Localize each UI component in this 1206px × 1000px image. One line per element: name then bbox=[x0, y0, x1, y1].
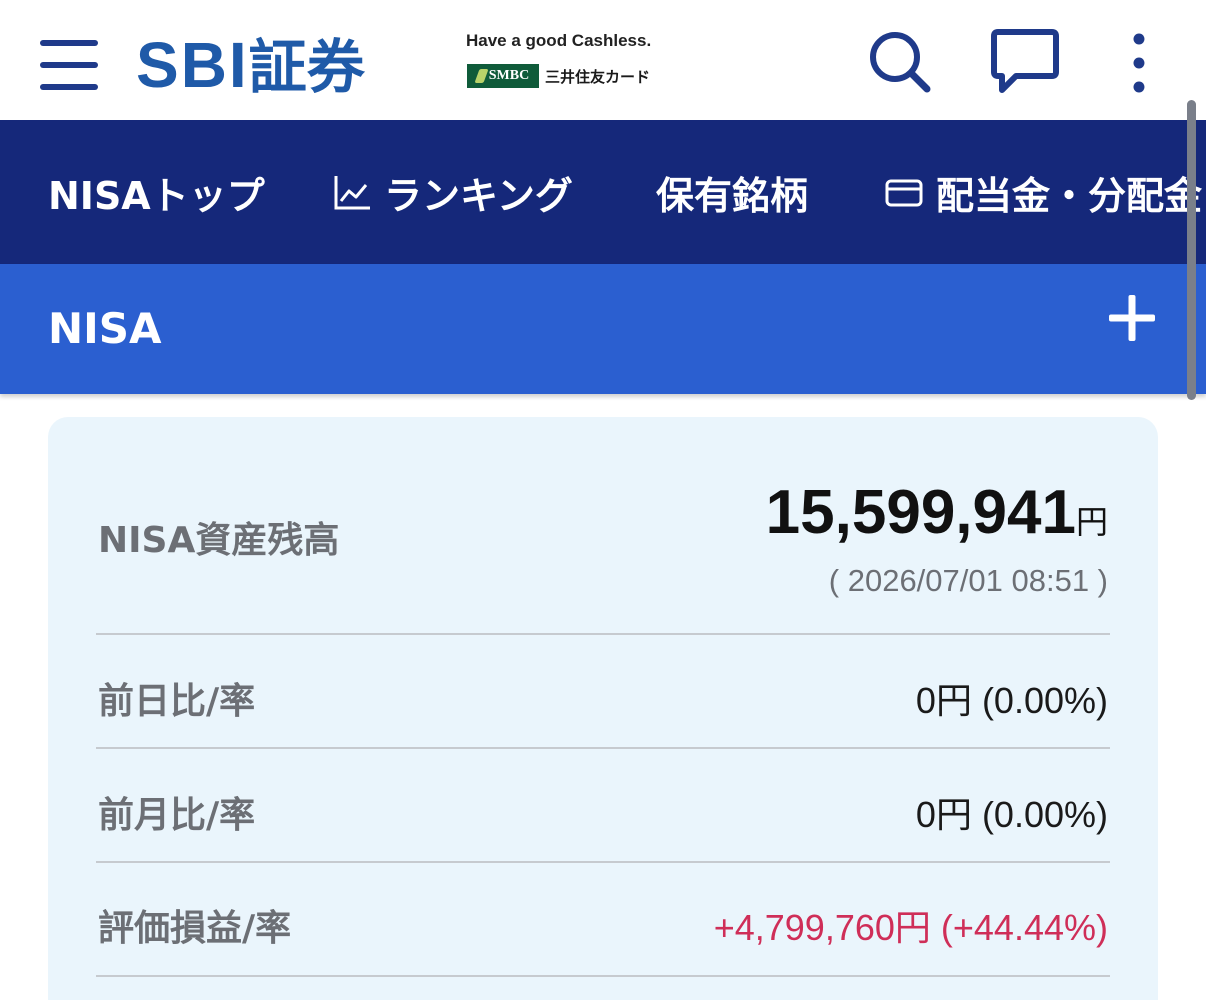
nav-label: NISAトップ bbox=[48, 173, 265, 218]
hamburger-menu-icon[interactable] bbox=[40, 36, 98, 94]
balance-timestamp: ( 2026/07/01 08:51 ) bbox=[828, 563, 1108, 598]
more-vertical-icon[interactable] bbox=[1122, 30, 1156, 96]
divider bbox=[96, 861, 1110, 863]
plus-icon[interactable] bbox=[1106, 292, 1158, 344]
daily-change-value: 0円 (0.00%) bbox=[915, 680, 1108, 721]
divider bbox=[96, 747, 1110, 749]
nisa-nav-bar: NISAトップ ランキング 保有銘柄 配当金・分配金 bbox=[0, 120, 1206, 264]
scrollbar-thumb[interactable] bbox=[1187, 100, 1196, 400]
leaf-icon bbox=[474, 69, 489, 83]
nisa-summary-card: NISA資産残高 15,599,941円 ( 2026/07/01 08:51 … bbox=[48, 417, 1158, 1000]
balance-amount: 15,599,941 bbox=[765, 478, 1076, 547]
divider bbox=[96, 975, 1110, 977]
balance-unit: 円 bbox=[1075, 503, 1108, 541]
smbc-badge-text: SMBC bbox=[488, 68, 530, 83]
sbi-logo[interactable]: SBI証券 bbox=[136, 20, 365, 104]
nav-label: ランキング bbox=[384, 173, 573, 218]
section-title: NISA bbox=[48, 304, 162, 353]
smbc-card-logo: SMBC 三井住友カード bbox=[467, 64, 650, 88]
nav-item-dividends[interactable]: 配当金・分配金 bbox=[884, 120, 1202, 264]
daily-change-label: 前日比/率 bbox=[98, 681, 256, 722]
nav-item-ranking[interactable]: ランキング bbox=[332, 120, 573, 264]
nav-item-holdings[interactable]: 保有銘柄 bbox=[656, 120, 808, 264]
app-header: SBI証券 Have a good Cashless. SMBC 三井住友カード bbox=[0, 0, 1206, 120]
page: SBI証券 Have a good Cashless. SMBC 三井住友カード… bbox=[0, 0, 1206, 1000]
brand-latin: SBI bbox=[136, 29, 249, 101]
smbc-badge: SMBC bbox=[467, 64, 539, 88]
chart-line-icon bbox=[334, 176, 370, 210]
balance-label: NISA資産残高 bbox=[98, 520, 340, 561]
nav-label: 保有銘柄 bbox=[656, 173, 809, 218]
cashless-slogan: Have a good Cashless. bbox=[466, 31, 652, 50]
monthly-change-label: 前月比/率 bbox=[98, 795, 256, 836]
divider bbox=[96, 633, 1110, 635]
search-icon[interactable] bbox=[866, 28, 932, 94]
unrealized-gain-label: 評価損益/率 bbox=[98, 908, 292, 949]
balance-value: 15,599,941円 bbox=[766, 477, 1108, 548]
partner-name: 三井住友カード bbox=[545, 67, 651, 86]
unrealized-gain-value: +4,799,760円 (+44.44%) bbox=[713, 907, 1108, 948]
brand-kanji: 証券 bbox=[248, 33, 365, 101]
chat-icon[interactable] bbox=[990, 26, 1060, 96]
card-icon bbox=[885, 179, 923, 207]
monthly-change-value: 0円 (0.00%) bbox=[915, 794, 1108, 835]
nav-label: 配当金・分配金 bbox=[936, 173, 1203, 218]
nisa-section-header[interactable]: NISA bbox=[0, 264, 1206, 394]
nav-item-nisa-top[interactable]: NISAトップ bbox=[48, 120, 265, 264]
